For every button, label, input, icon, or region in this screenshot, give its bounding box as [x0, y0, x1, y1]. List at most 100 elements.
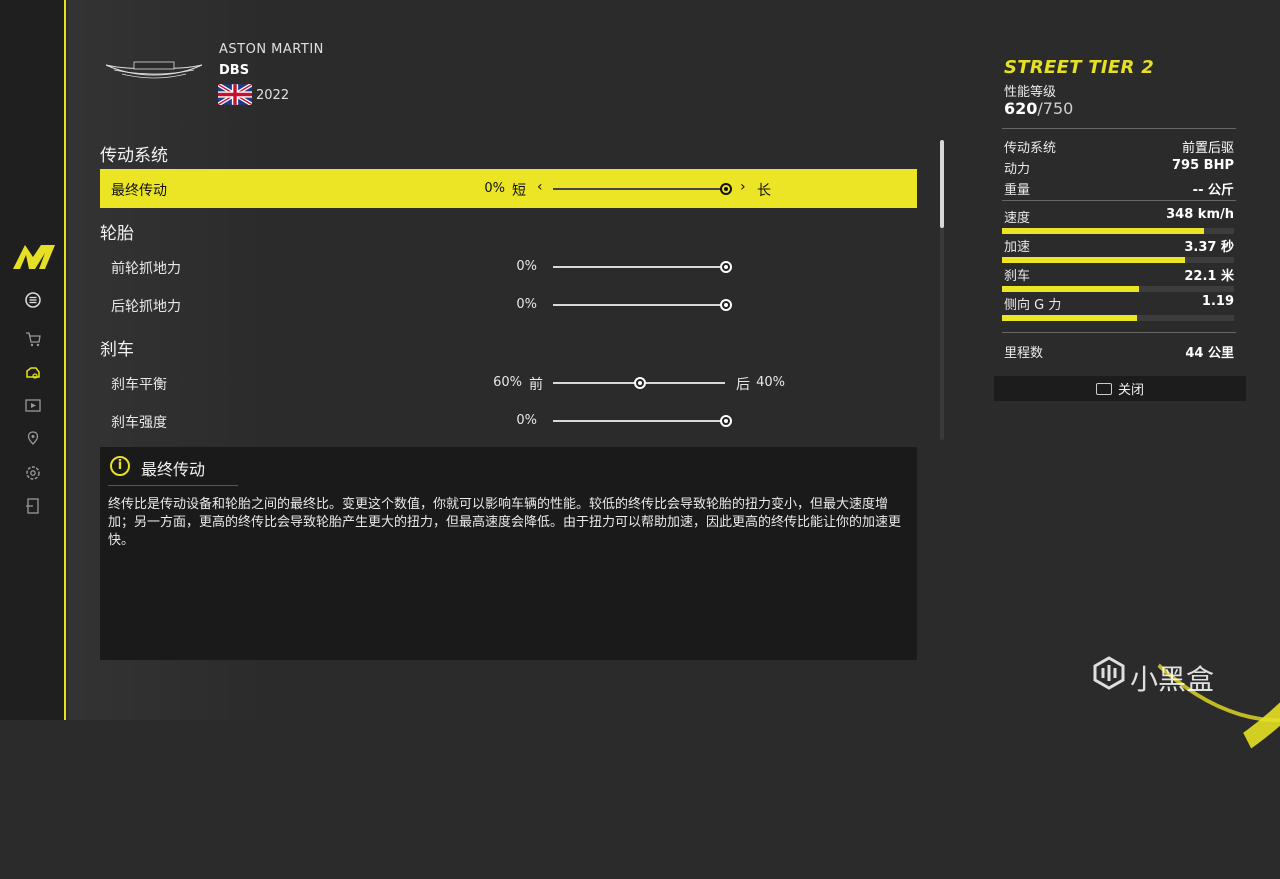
stat-value: 3.37 秒 [1184, 240, 1234, 255]
aston-martin-logo-icon [105, 61, 203, 79]
car-model: DBS [219, 63, 250, 78]
slider-knob[interactable] [720, 183, 732, 195]
slider-track[interactable] [553, 420, 725, 422]
stat-value: 1.19 [1201, 294, 1234, 309]
section-title-drivetrain: 传动系统 [100, 146, 168, 166]
section-title-brakes: 刹车 [100, 340, 134, 360]
stat-braking: 刹车 22.1 米 [1004, 265, 1234, 284]
slider-track[interactable] [553, 266, 725, 268]
stat-drivetrain: 传动系统 前置后驱 [1004, 137, 1234, 156]
stat-label: 加速 [1004, 240, 1031, 255]
setting-label: 最终传动 [111, 183, 167, 199]
stat-value: 前置后驱 [1181, 141, 1234, 156]
setting-row-rear-grip[interactable]: 后轮抓地力 0% [100, 285, 917, 324]
close-label: 关闭 [1117, 383, 1144, 398]
stat-bar-fill [1002, 286, 1139, 292]
setting-value: 0% [516, 259, 537, 274]
stat-value: 22.1 米 [1184, 269, 1234, 284]
slider-right-label: 长 [757, 183, 771, 199]
info-icon: i [110, 456, 130, 476]
stat-bar-acceleration [1002, 257, 1234, 263]
car-header: ASTON MARTIN DBS 2022 [104, 40, 424, 110]
keyboard-key-icon [1095, 382, 1112, 395]
stat-label: 里程数 [1004, 346, 1044, 361]
car-tuning-icon[interactable] [24, 364, 42, 382]
settings-icon[interactable] [24, 464, 42, 482]
divider [1002, 128, 1236, 129]
divider [1002, 200, 1236, 201]
setting-label: 前轮抓地力 [111, 261, 181, 277]
setting-value: 0% [516, 297, 537, 312]
stat-value: 348 km/h [1166, 207, 1234, 222]
stat-value: 795 BHP [1172, 158, 1234, 173]
car-year: 2022 [256, 88, 290, 103]
stat-label: 重量 [1004, 183, 1031, 198]
stat-speed: 速度 348 km/h [1004, 207, 1234, 226]
setting-row-brake-balance[interactable]: 刹车平衡 60% 前 后 40% [100, 363, 917, 402]
setting-label: 后轮抓地力 [111, 299, 181, 315]
performance-rating: 620/750 [1004, 99, 1073, 118]
map-pin-icon[interactable] [24, 430, 42, 448]
divider [108, 485, 238, 486]
setting-row-front-grip[interactable]: 前轮抓地力 0% [100, 247, 917, 286]
watermark-logo-icon [1093, 656, 1125, 690]
slider-knob[interactable] [720, 261, 732, 273]
setting-value: 0% [484, 181, 505, 196]
setting-label: 刹车平衡 [111, 377, 167, 393]
sidebar [0, 0, 66, 720]
chevron-left-icon[interactable]: ‹ [537, 179, 543, 195]
slider-left-label: 前 [529, 377, 543, 393]
stat-label: 动力 [1004, 162, 1031, 177]
scrollbar-thumb[interactable] [940, 140, 944, 228]
setting-value: 0% [516, 413, 537, 428]
setting-right-value: 40% [756, 375, 785, 390]
slider-track[interactable] [553, 304, 725, 306]
settings-scrollbar[interactable] [940, 140, 944, 440]
video-icon[interactable] [24, 397, 42, 415]
slider-knob[interactable] [720, 415, 732, 427]
stat-lateral-g: 侧向 G 力 1.19 [1004, 294, 1234, 313]
setting-row-brake-pressure[interactable]: 刹车强度 0% [100, 401, 917, 440]
stat-bar-braking [1002, 286, 1234, 292]
stat-label: 侧向 G 力 [1004, 298, 1062, 313]
setting-description-panel: i 最终传动 终传比是传动设备和轮胎之间的最终比。变更这个数值，你就可以影响车辆… [100, 447, 917, 660]
stat-bar-fill [1002, 257, 1186, 263]
performance-max: /750 [1037, 99, 1074, 118]
stat-label: 传动系统 [1004, 141, 1057, 156]
slider-knob[interactable] [634, 377, 646, 389]
performance-tier: STREET TIER 2 [1004, 57, 1155, 78]
stat-value: 44 公里 [1185, 346, 1234, 361]
description-text: 终传比是传动设备和轮胎之间的最终比。变更这个数值，你就可以影响车辆的性能。较低的… [108, 497, 902, 548]
section-title-tires: 轮胎 [100, 224, 134, 244]
cart-icon[interactable] [24, 330, 42, 348]
stat-bar-fill [1002, 315, 1137, 321]
slider-left-label: 短 [512, 183, 526, 199]
performance-value: 620 [1004, 99, 1038, 118]
slider-knob[interactable] [720, 299, 732, 311]
exit-icon[interactable] [24, 497, 42, 515]
setting-row-final-drive[interactable]: 最终传动 0% 短 ‹ › 长 [100, 169, 917, 208]
setting-value: 60% [493, 375, 522, 390]
stat-weight: 重量 -- 公斤 [1004, 179, 1234, 198]
stat-bar-fill [1002, 228, 1204, 234]
car-brand: ASTON MARTIN [219, 42, 324, 57]
stat-mileage: 里程数 44 公里 [1004, 342, 1234, 361]
stat-label: 速度 [1004, 211, 1031, 226]
close-button[interactable]: 关闭 [994, 376, 1246, 401]
stat-bar-lateral-g [1002, 315, 1234, 321]
watermark-text: 小黑盒 [1130, 663, 1215, 696]
stat-power: 动力 795 BHP [1004, 158, 1234, 177]
description-title: 最终传动 [141, 460, 206, 479]
setting-label: 刹车强度 [111, 415, 167, 431]
uk-flag-icon [218, 84, 252, 105]
chevron-right-icon[interactable]: › [740, 179, 746, 195]
tuning-settings-list: 传动系统 最终传动 0% 短 ‹ › 长 轮胎 前轮抓地力 0% 后轮抓地力 0… [100, 133, 917, 443]
stat-bar-speed [1002, 228, 1234, 234]
performance-label: 性能等级 [1004, 85, 1057, 100]
slider-track[interactable] [553, 188, 725, 190]
stat-label: 刹车 [1004, 269, 1031, 284]
divider [1002, 332, 1236, 333]
stat-acceleration: 加速 3.37 秒 [1004, 236, 1234, 255]
menu-icon[interactable] [24, 291, 42, 309]
stat-value: -- 公斤 [1192, 183, 1234, 198]
